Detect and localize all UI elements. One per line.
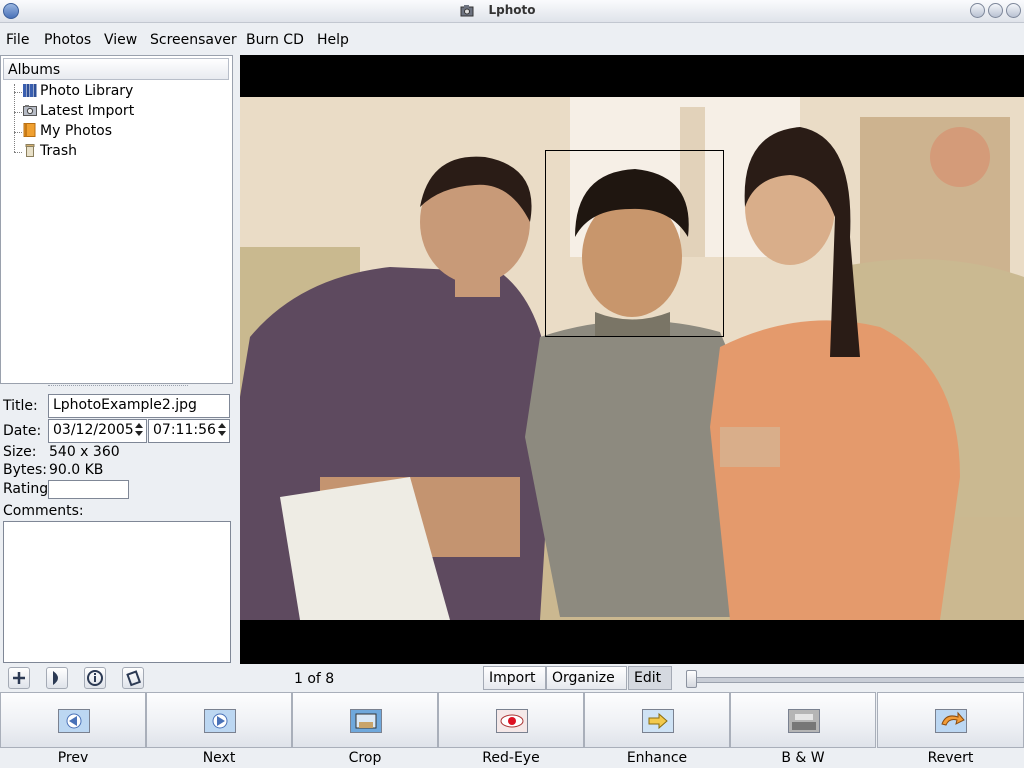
albums-panel: Albums Photo Library Latest Import My Ph… [0,55,233,384]
album-icon [23,123,36,137]
album-label: Photo Library [40,83,134,99]
comments-field[interactable] [3,521,231,663]
title-field[interactable]: LphotoExample2.jpg [48,394,230,418]
album-label: My Photos [40,123,113,139]
tree-line [14,92,22,93]
black-and-white-icon [788,709,820,733]
menu-screensaver[interactable]: Screensaver [150,32,237,48]
tab-edit[interactable]: Edit [628,666,672,690]
menu-file[interactable]: File [6,32,29,48]
menu-help[interactable]: Help [317,32,349,48]
rating-label: Rating: [3,481,53,497]
window-title: Lphoto [488,3,536,17]
date-spinner[interactable] [132,420,146,442]
rating-field[interactable] [48,480,129,499]
prev-label: Prev [57,750,89,766]
crop-button[interactable] [292,692,438,748]
info-button[interactable] [84,667,106,689]
play-slideshow-button[interactable] [46,667,68,689]
black-and-white-button[interactable] [730,692,876,748]
album-label: Trash [40,143,77,159]
album-latest-import[interactable]: Latest Import [23,103,134,121]
tree-line [14,132,22,133]
revert-icon [935,709,967,733]
play-icon [53,671,58,685]
rotate-button[interactable] [122,667,144,689]
next-icon [204,709,236,733]
bytes-value: 90.0 KB [49,462,104,478]
crop-selection[interactable] [545,150,724,337]
tab-import[interactable]: Import [483,666,546,690]
panel-splitter[interactable] [48,385,188,389]
photo-count: 1 of 8 [294,671,335,687]
tab-organize[interactable]: Organize [546,666,627,690]
menu-burn-cd[interactable]: Burn CD [246,32,304,48]
menu-bar: File Photos View Screensaver Burn CD Hel… [0,23,1024,54]
prev-icon [58,709,90,733]
album-photo-library[interactable]: Photo Library [23,83,133,101]
camera-icon [23,105,37,116]
time-value: 07:11:56 [153,422,216,438]
minimize-button[interactable] [970,3,985,18]
maximize-button[interactable] [988,3,1003,18]
tree-line [14,112,22,113]
zoom-slider-track[interactable] [690,677,1024,683]
red-eye-icon [496,709,528,733]
red-eye-label: Red-Eye [482,750,540,766]
prev-button[interactable] [0,692,146,748]
date-label: Date: [3,423,42,439]
size-value: 540 x 360 [49,444,120,460]
tree-line [14,152,22,153]
crop-icon [350,709,382,733]
add-album-button[interactable] [8,667,30,689]
size-label: Size: [3,444,37,460]
next-label: Next [202,750,236,766]
album-label: Latest Import [40,103,135,119]
rotate-icon [126,670,142,687]
tree-line [14,84,15,152]
album-trash[interactable]: Trash [23,143,77,161]
library-icon [23,84,37,97]
menu-view[interactable]: View [104,32,137,48]
title-label: Title: [3,398,38,414]
revert-label: Revert [927,750,974,766]
enhance-icon [642,709,674,733]
enhance-label: Enhance [626,750,688,766]
menu-photos[interactable]: Photos [44,32,91,48]
plus-icon [13,672,25,684]
comments-label: Comments: [3,503,84,519]
black-and-white-label: B & W [781,750,825,766]
revert-button[interactable] [877,692,1024,748]
time-spinner[interactable] [215,420,229,442]
info-icon [87,670,103,686]
trash-icon [25,144,35,157]
zoom-slider-thumb[interactable] [686,670,697,688]
date-value: 03/12/2005 [53,422,134,438]
red-eye-button[interactable] [438,692,584,748]
next-button[interactable] [146,692,292,748]
crop-label: Crop [348,750,382,766]
albums-header[interactable]: Albums [3,58,229,80]
album-my-photos[interactable]: My Photos [23,123,112,141]
enhance-button[interactable] [584,692,730,748]
bytes-label: Bytes: [3,462,48,478]
close-button[interactable] [1006,3,1021,18]
